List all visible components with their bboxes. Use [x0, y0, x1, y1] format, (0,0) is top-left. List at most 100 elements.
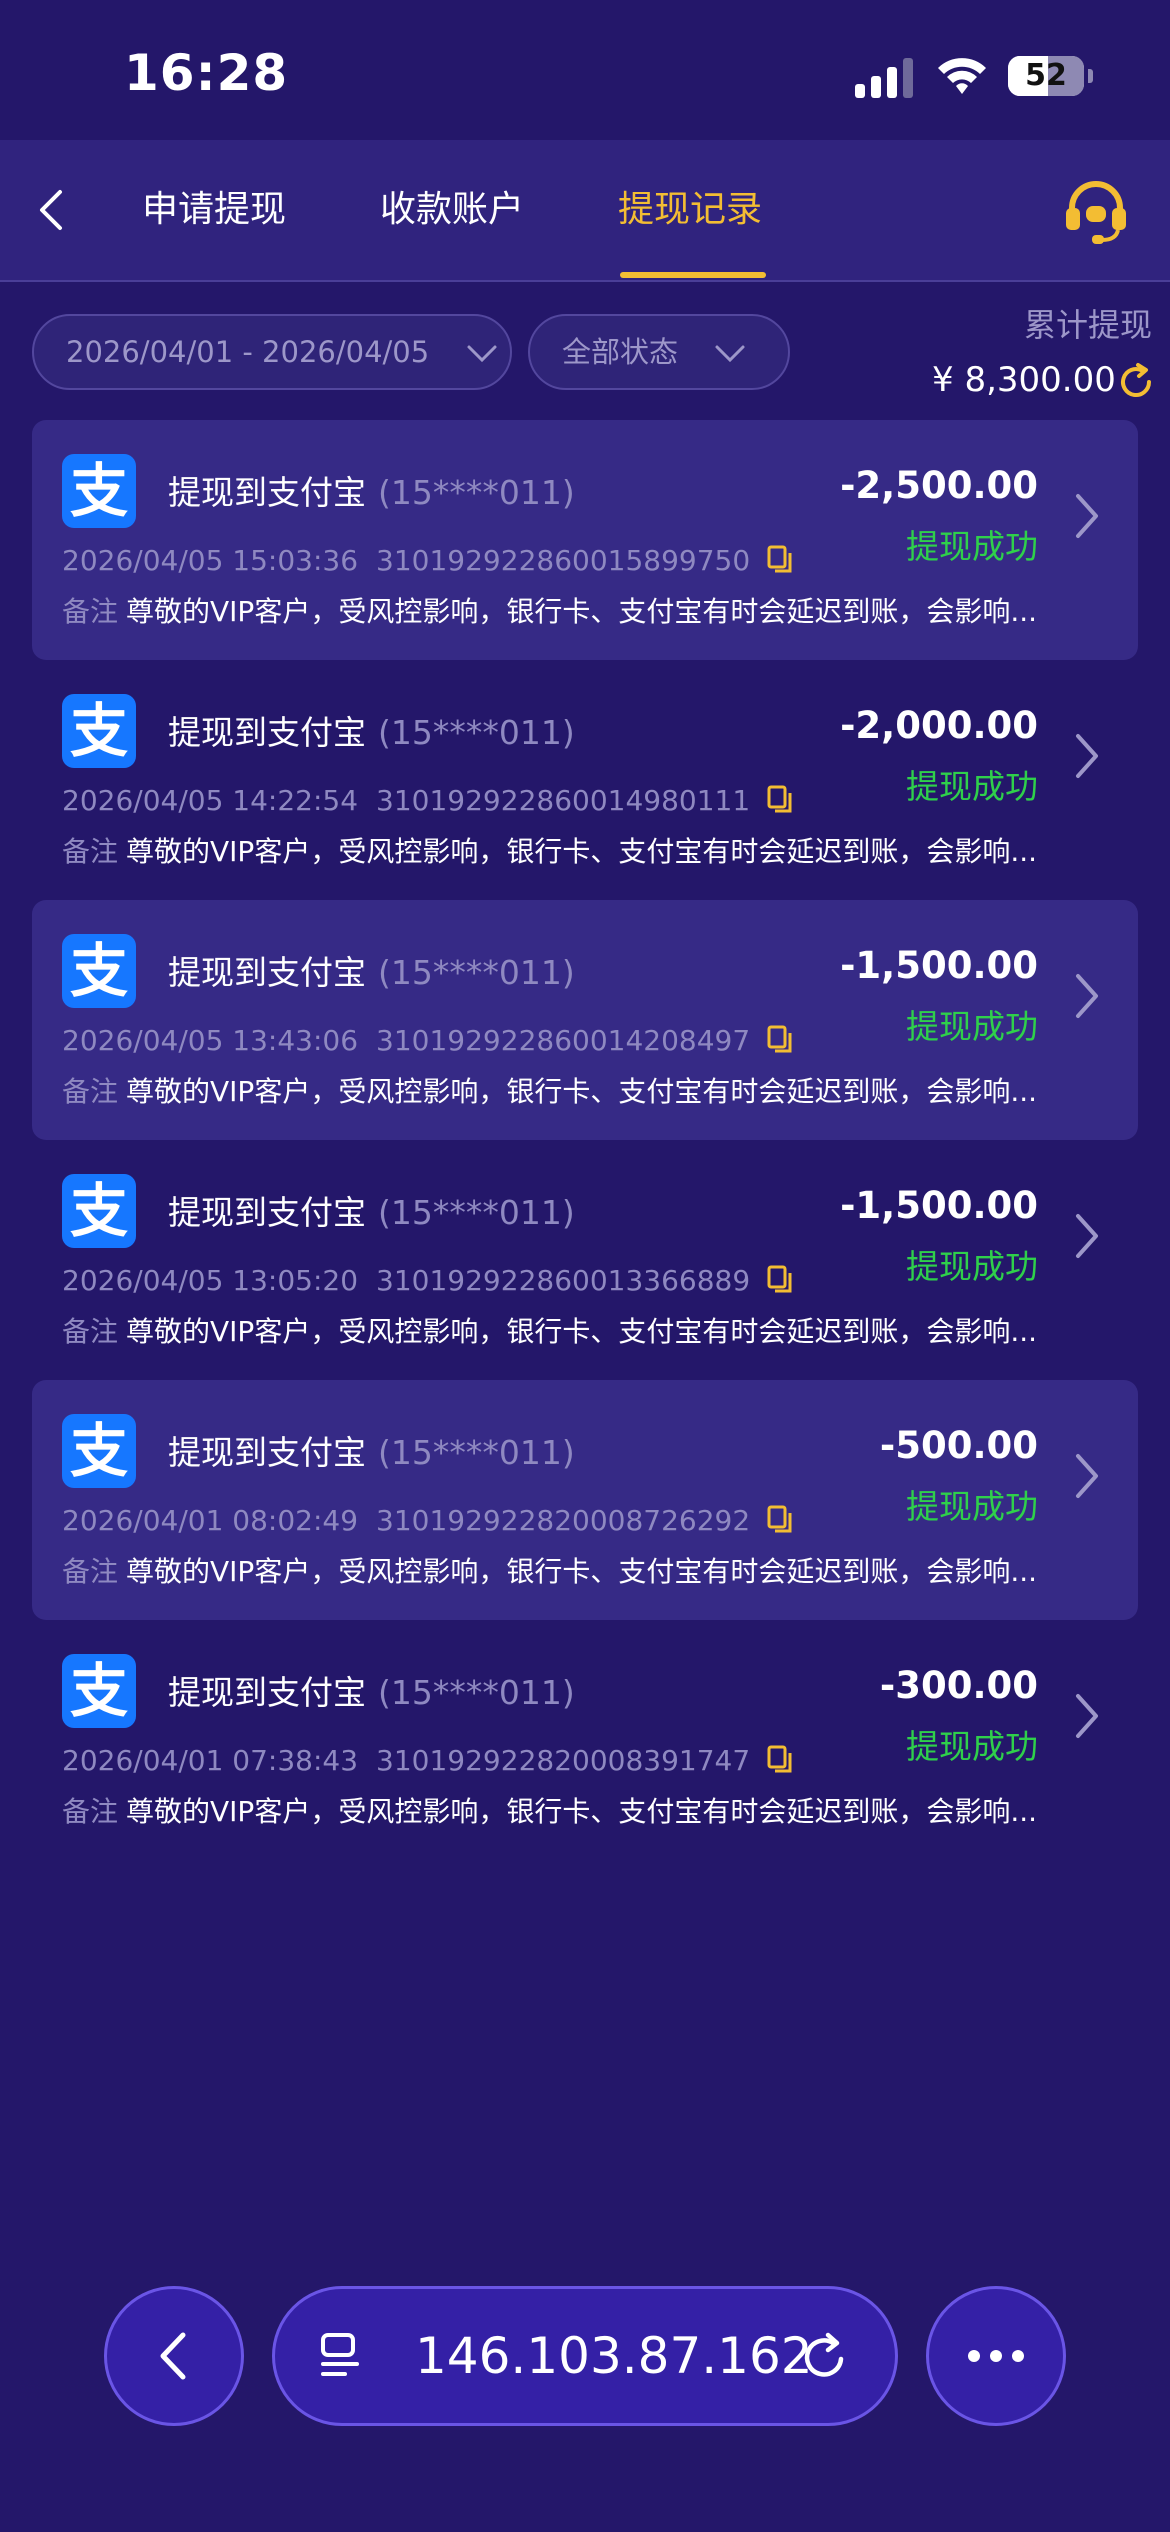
battery-icon: 52	[1008, 56, 1084, 96]
record-amount: -1,500.00	[840, 944, 1038, 987]
record-note: 备注 尊敬的VIP客户，受风控影响，银行卡、支付宝有时会延迟到账，会影响...	[62, 1550, 1062, 1590]
record-note-text: 尊敬的VIP客户，受风控影响，银行卡、支付宝有时会延迟到账，会影响...	[126, 1555, 1038, 1588]
total-withdraw-label: 累计提现	[1023, 306, 1152, 344]
record-title-text: 提现到支付宝	[168, 953, 366, 992]
chevron-right-icon	[1076, 494, 1098, 538]
browser-address-bar[interactable]: 146.103.87.162	[272, 2286, 898, 2426]
page-menu-icon[interactable]	[317, 2331, 367, 2381]
record-account: (15****011)	[378, 953, 575, 992]
chevron-right-icon	[1076, 1454, 1098, 1498]
withdraw-record-item[interactable]: 支 提现到支付宝 (15****011) -1,500.00 提现成功 2026/04/0…	[32, 900, 1138, 1140]
record-time: 2026/04/05 15:03:36	[62, 544, 359, 577]
active-tab-indicator	[620, 272, 766, 278]
date-range-filter[interactable]: 2026/04/01 - 2026/04/05	[32, 314, 512, 390]
chevron-down-icon	[715, 345, 745, 363]
refresh-icon[interactable]	[1116, 362, 1156, 402]
alipay-logo-char: 支	[69, 697, 128, 765]
battery-tip	[1088, 69, 1093, 83]
record-title: 提现到支付宝 (15****011)	[168, 1426, 575, 1474]
record-time: 2026/04/05 13:43:06	[62, 1024, 359, 1057]
copy-icon[interactable]	[766, 1264, 794, 1294]
record-account: (15****011)	[378, 1433, 575, 1472]
browser-more-button[interactable]	[926, 2286, 1066, 2426]
status-filter[interactable]: 全部状态	[528, 314, 790, 390]
record-order-number: 310192922860013366889	[376, 1264, 751, 1297]
record-status: 提现成功	[906, 1007, 1038, 1046]
record-title: 提现到支付宝 (15****011)	[168, 466, 575, 514]
chevron-right-icon	[1076, 1214, 1098, 1258]
record-amount: -300.00	[879, 1664, 1038, 1707]
cellular-signal-icon	[855, 58, 913, 98]
record-note-label: 备注	[62, 1555, 119, 1588]
record-status: 提现成功	[906, 767, 1038, 806]
record-note-text: 尊敬的VIP客户，受风控影响，银行卡、支付宝有时会延迟到账，会影响...	[126, 1795, 1038, 1828]
alipay-icon: 支	[62, 1174, 136, 1248]
reload-icon[interactable]	[799, 2331, 851, 2383]
chevron-right-icon	[1076, 974, 1098, 1018]
record-note-label: 备注	[62, 835, 119, 868]
customer-service-headset-icon[interactable]	[1060, 174, 1132, 246]
record-order-number: 310192922860014980111	[376, 784, 751, 817]
record-title-text: 提现到支付宝	[168, 1673, 366, 1712]
status-bar: 16:28 52	[0, 0, 1170, 140]
copy-icon[interactable]	[766, 1744, 794, 1774]
alipay-logo-char: 支	[69, 937, 128, 1005]
copy-icon[interactable]	[766, 1504, 794, 1534]
record-account: (15****011)	[378, 1193, 575, 1232]
record-amount: -2,000.00	[840, 704, 1038, 747]
record-note: 备注 尊敬的VIP客户，受风控影响，银行卡、支付宝有时会延迟到账，会影响...	[62, 590, 1062, 630]
alipay-icon: 支	[62, 1414, 136, 1488]
tab-apply-withdraw[interactable]: 申请提现	[142, 140, 286, 280]
browser-url-text: 146.103.87.162	[415, 2327, 813, 2385]
record-amount: -2,500.00	[840, 464, 1038, 507]
record-note-label: 备注	[62, 595, 119, 628]
copy-icon[interactable]	[766, 544, 794, 574]
chevron-down-icon	[467, 345, 497, 363]
status-filter-text: 全部状态	[562, 335, 679, 369]
record-status: 提现成功	[906, 1247, 1038, 1286]
withdraw-record-item[interactable]: 支 提现到支付宝 (15****011) -2,500.00 提现成功 2026/04/0…	[32, 420, 1138, 660]
record-account: (15****011)	[378, 1673, 575, 1712]
record-title: 提现到支付宝 (15****011)	[168, 946, 575, 994]
wifi-icon	[938, 58, 986, 94]
copy-icon[interactable]	[766, 1024, 794, 1054]
total-withdraw-amount: ¥ 8,300.00	[932, 360, 1116, 400]
tab-withdraw-records[interactable]: 提现记录	[618, 140, 762, 280]
record-account: (15****011)	[378, 473, 575, 512]
record-status: 提现成功	[906, 1727, 1038, 1766]
record-note-text: 尊敬的VIP客户，受风控影响，银行卡、支付宝有时会延迟到账，会影响...	[126, 595, 1038, 628]
record-meta: 2026/04/05 14:22:54 310192922860014980111	[62, 784, 794, 817]
copy-icon[interactable]	[766, 784, 794, 814]
alipay-icon: 支	[62, 1654, 136, 1728]
withdraw-record-item[interactable]: 支 提现到支付宝 (15****011) -1,500.00 提现成功 2026/04/0…	[32, 1140, 1138, 1380]
withdraw-record-item[interactable]: 支 提现到支付宝 (15****011) -500.00 提现成功 2026/04/01 …	[32, 1380, 1138, 1620]
withdraw-record-item[interactable]: 支 提现到支付宝 (15****011) -300.00 提现成功 2026/04/01 …	[32, 1620, 1138, 1860]
back-arrow-icon[interactable]	[30, 180, 70, 240]
record-title-text: 提现到支付宝	[168, 713, 366, 752]
alipay-icon: 支	[62, 934, 136, 1008]
record-status: 提现成功	[906, 1487, 1038, 1526]
tab-header: 申请提现 收款账户 提现记录	[0, 140, 1170, 282]
record-title-text: 提现到支付宝	[168, 1193, 366, 1232]
alipay-logo-char: 支	[69, 1657, 128, 1725]
record-note: 备注 尊敬的VIP客户，受风控影响，银行卡、支付宝有时会延迟到账，会影响...	[62, 1310, 1062, 1350]
status-time: 16:28	[124, 44, 289, 102]
withdraw-record-item[interactable]: 支 提现到支付宝 (15****011) -2,000.00 提现成功 2026/04/0…	[32, 660, 1138, 900]
tab-receiving-account[interactable]: 收款账户	[380, 140, 524, 280]
record-title-text: 提现到支付宝	[168, 1433, 366, 1472]
alipay-icon: 支	[62, 694, 136, 768]
record-time: 2026/04/01 07:38:43	[62, 1744, 359, 1777]
record-meta: 2026/04/05 15:03:36 310192922860015899750	[62, 544, 794, 577]
record-time: 2026/04/01 08:02:49	[62, 1504, 359, 1537]
browser-back-button[interactable]	[104, 2286, 244, 2426]
record-title: 提现到支付宝 (15****011)	[168, 1666, 575, 1714]
record-title-text: 提现到支付宝	[168, 473, 366, 512]
record-meta: 2026/04/01 07:38:43 310192922820008391747	[62, 1744, 794, 1777]
record-note: 备注 尊敬的VIP客户，受风控影响，银行卡、支付宝有时会延迟到账，会影响...	[62, 830, 1062, 870]
chevron-right-icon	[1076, 734, 1098, 778]
record-note-text: 尊敬的VIP客户，受风控影响，银行卡、支付宝有时会延迟到账，会影响...	[126, 1075, 1038, 1108]
record-time: 2026/04/05 14:22:54	[62, 784, 359, 817]
record-note-text: 尊敬的VIP客户，受风控影响，银行卡、支付宝有时会延迟到账，会影响...	[126, 835, 1038, 868]
battery-percent: 52	[1025, 58, 1067, 93]
alipay-logo-char: 支	[69, 457, 128, 525]
